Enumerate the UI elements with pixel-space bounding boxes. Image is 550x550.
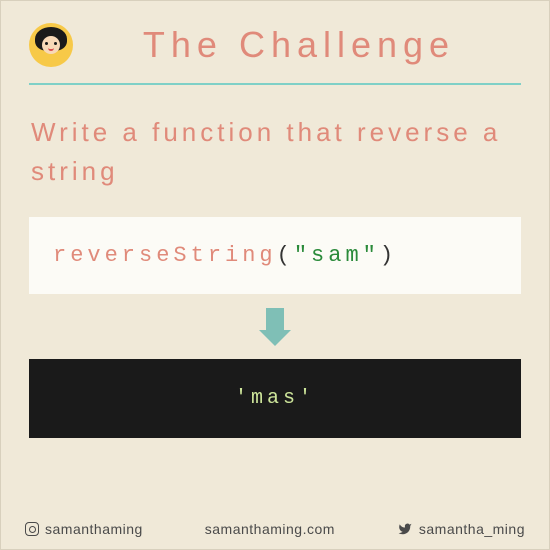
twitter-handle: samantha_ming — [419, 521, 525, 537]
footer-site[interactable]: samanthaming.com — [205, 521, 335, 537]
code-open-paren: ( — [277, 243, 294, 268]
instagram-handle: samanthaming — [45, 521, 143, 537]
twitter-icon — [397, 522, 413, 536]
page-title: The Challenge — [97, 24, 521, 66]
code-function-name: reverseString — [53, 243, 277, 268]
instagram-icon — [25, 522, 39, 536]
code-output-value: 'mas' — [235, 387, 315, 410]
footer-twitter[interactable]: samantha_ming — [397, 521, 525, 537]
code-output-block: 'mas' — [29, 359, 521, 438]
challenge-prompt: Write a function that reverse a string — [31, 113, 521, 191]
code-input-block: reverseString("sam") — [29, 217, 521, 294]
site-url: samanthaming.com — [205, 521, 335, 537]
divider — [29, 83, 521, 85]
avatar — [29, 23, 73, 67]
header: The Challenge — [1, 1, 549, 77]
footer: samanthaming samanthaming.com samantha_m… — [1, 521, 549, 537]
code-argument: "sam" — [294, 243, 380, 268]
arrow-down-icon — [1, 308, 549, 351]
code-close-paren: ) — [380, 243, 397, 268]
footer-instagram[interactable]: samanthaming — [25, 521, 143, 537]
